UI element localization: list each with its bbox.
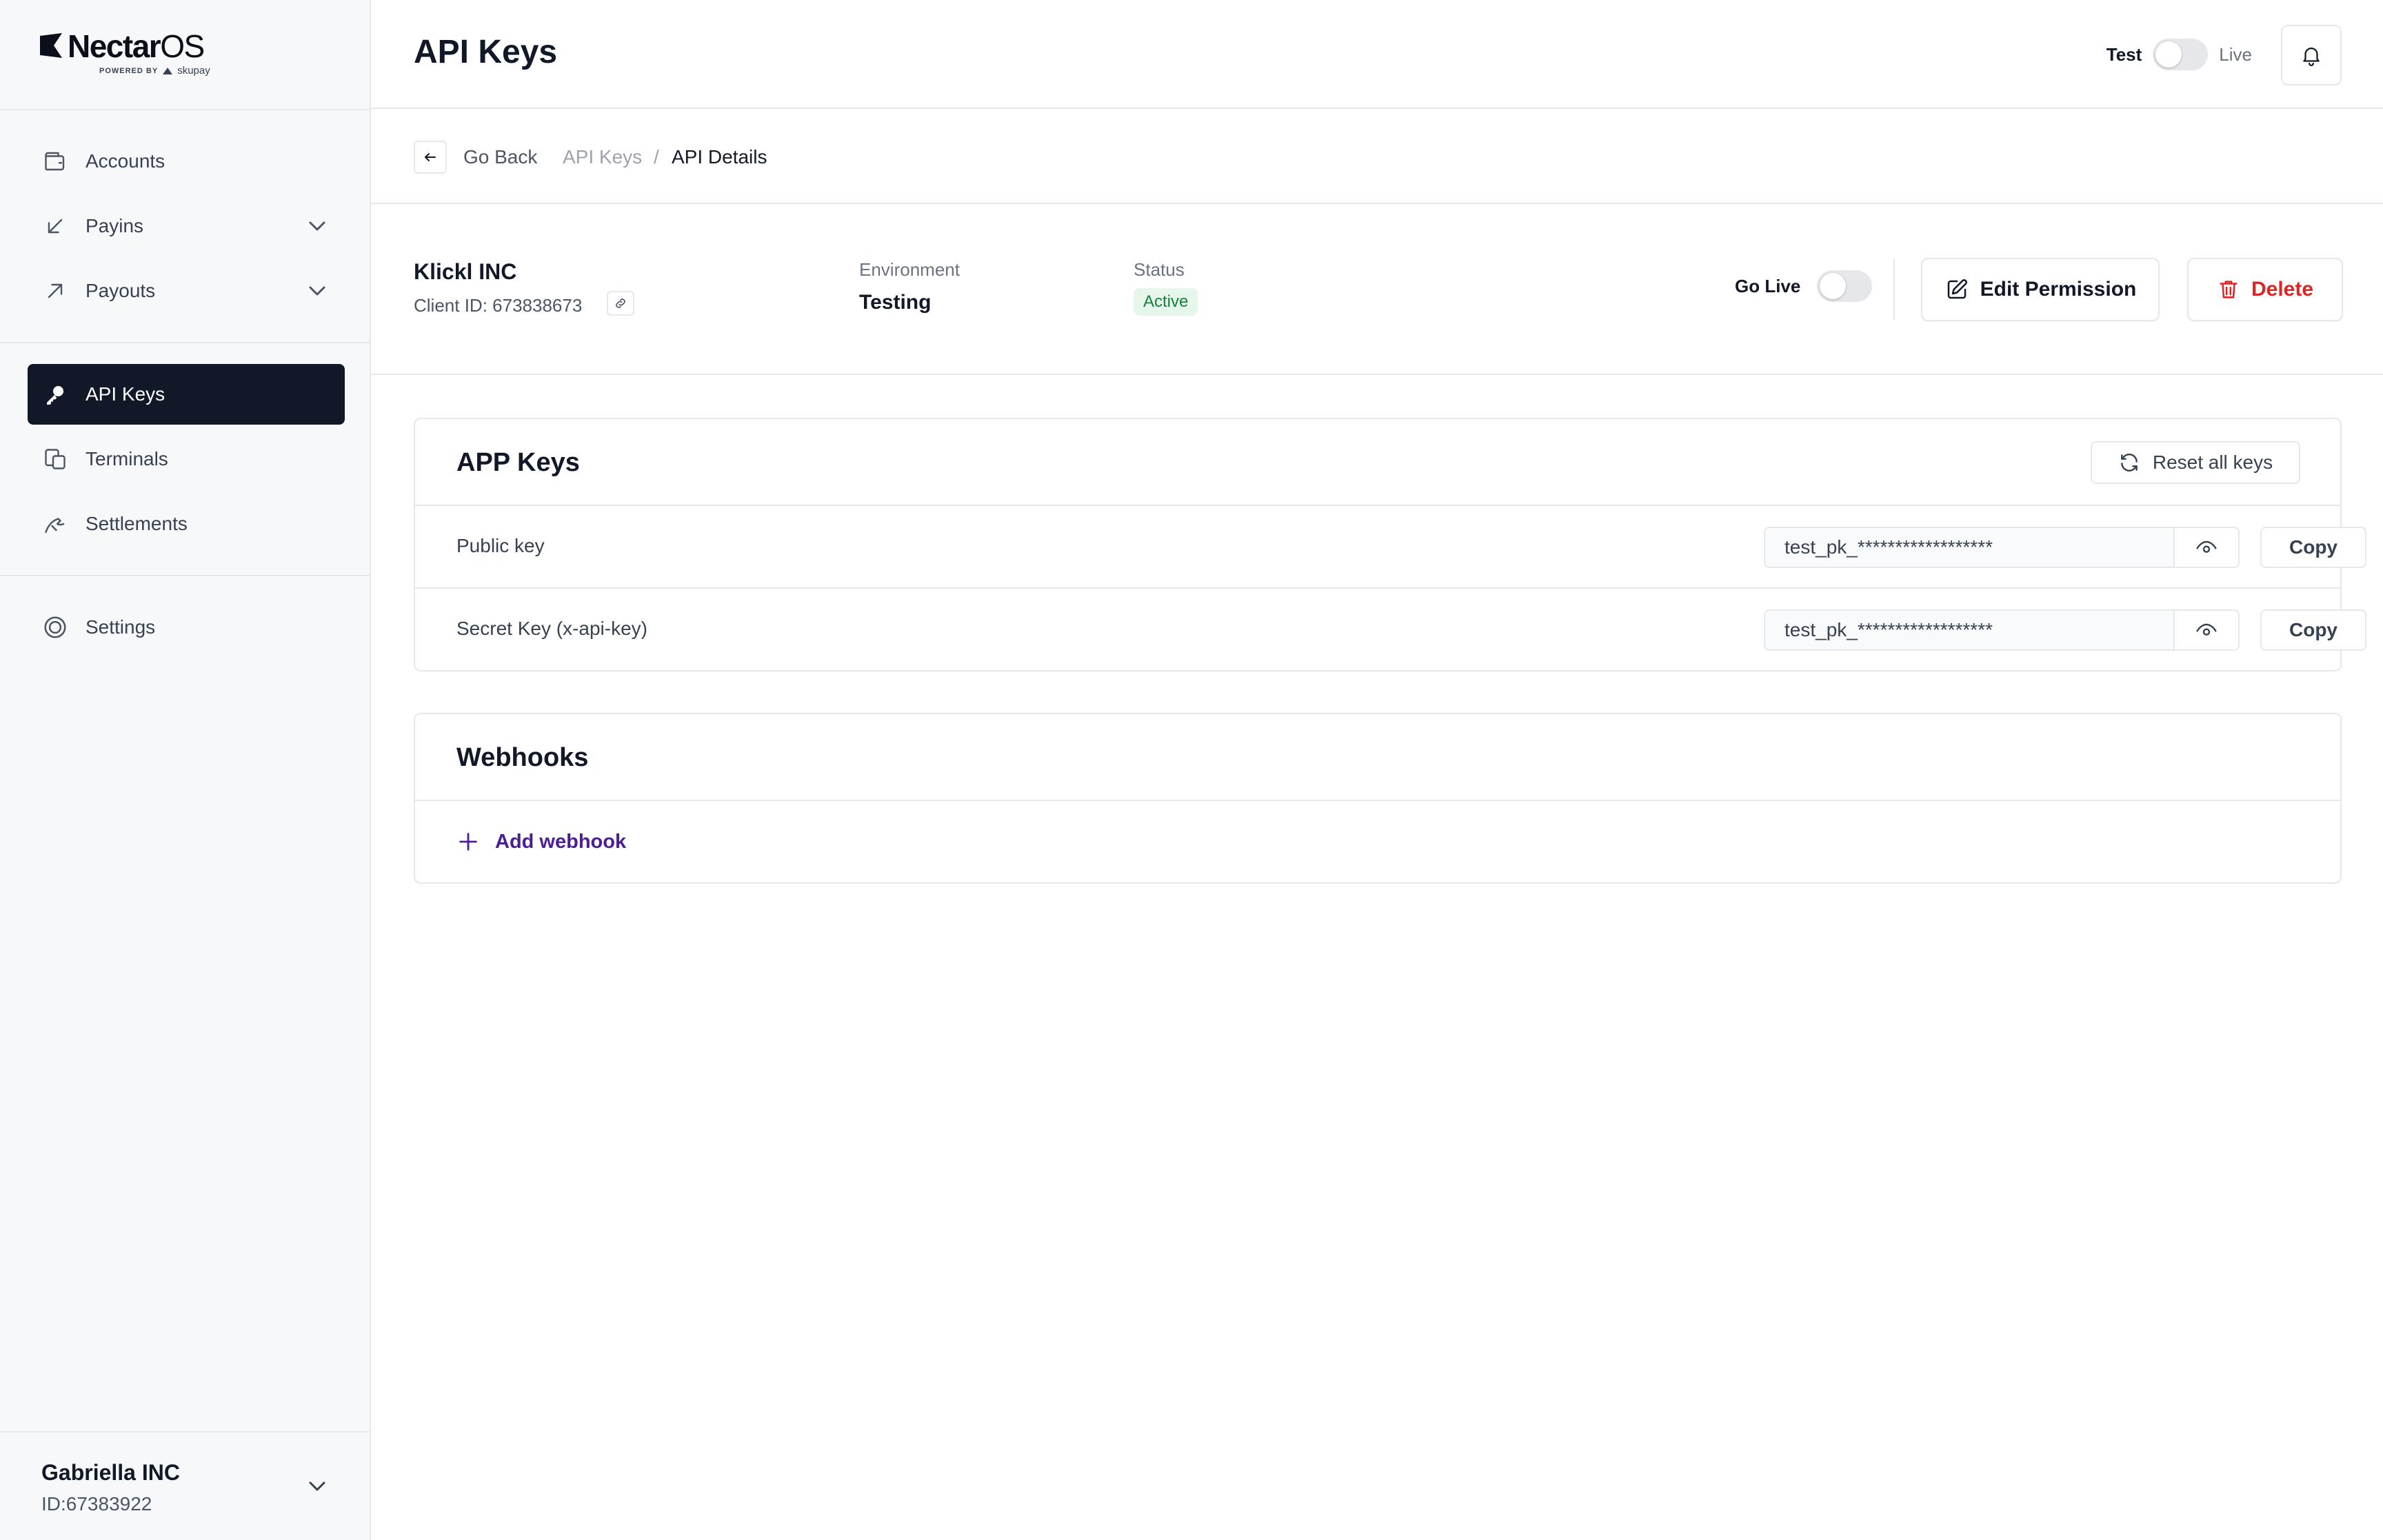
eye-icon — [2196, 623, 2217, 636]
client-id: Client ID: 673838673 — [414, 295, 583, 316]
sidebar-item-label: Payins — [86, 215, 144, 236]
status-label: Status — [1134, 259, 1185, 280]
key-icon — [41, 381, 69, 408]
sidebar-divider — [0, 575, 370, 576]
handshake-icon — [41, 510, 69, 538]
api-client-summary: Klickl INC Client ID: 673838673 Environm… — [371, 204, 2383, 375]
breadcrumb: Go Back API Keys / API Details — [371, 109, 2383, 204]
reveal-secret-key-button[interactable] — [2173, 609, 2240, 651]
sidebar-item-label: Settlements — [86, 513, 188, 534]
reveal-public-key-button[interactable] — [2173, 527, 2240, 568]
wallet-icon — [41, 148, 69, 175]
sidebar-item-payins[interactable]: Payins — [28, 196, 345, 256]
env-test-label: Test — [2106, 43, 2142, 65]
breadcrumb-api-keys[interactable]: API Keys — [563, 146, 642, 168]
go-live-toggle[interactable] — [1817, 270, 1873, 302]
sidebar-divider — [0, 109, 370, 110]
chevron-down-icon[interactable] — [303, 1472, 331, 1500]
sidebar-item-accounts[interactable]: Accounts — [28, 131, 345, 192]
sidebar-item-payouts[interactable]: Payouts — [28, 261, 345, 321]
sidebar-item-settlements[interactable]: Settlements — [28, 494, 345, 554]
copy-client-id-button[interactable] — [607, 291, 634, 316]
add-webhook-label: Add webhook — [495, 830, 627, 853]
environment-switch: Test Live — [2107, 39, 2252, 70]
plus-icon — [459, 833, 477, 851]
copy-public-key-button[interactable]: Copy — [2260, 527, 2366, 568]
vertical-divider — [1893, 259, 1895, 320]
account-name: Gabriella INC — [41, 1460, 180, 1485]
back-button[interactable] — [414, 141, 447, 174]
account-switcher[interactable]: Gabriella INC ID:67383922 — [0, 1431, 370, 1540]
breadcrumb-current: API Details — [672, 146, 767, 168]
app-keys-title: APP Keys — [456, 448, 580, 477]
go-back-link[interactable]: Go Back — [463, 146, 537, 168]
bell-icon — [2303, 48, 2320, 66]
delete-label: Delete — [2251, 278, 2314, 301]
public-key-label: Public key — [456, 535, 545, 556]
app-root: NectarOS POWERED BY skupay Accounts Payi… — [0, 0, 2383, 1540]
skupay-logo-icon — [163, 67, 173, 74]
breadcrumb-separator: / — [654, 146, 659, 168]
sidebar-item-settings[interactable]: Settings — [28, 597, 345, 658]
copy-secret-key-button[interactable]: Copy — [2260, 609, 2366, 651]
nectar-logo-icon — [40, 33, 62, 58]
edit-permission-button[interactable]: Edit Permission — [1921, 258, 2160, 321]
public-key-row: Public key test_pk_****************** Co… — [415, 506, 2366, 587]
client-name: Klickl INC — [414, 259, 517, 284]
toggle-knob — [2155, 41, 2182, 68]
reset-all-keys-button[interactable]: Reset all keys — [2091, 441, 2300, 484]
notifications-button[interactable] — [2281, 25, 2342, 85]
environment-value: Testing — [859, 291, 932, 314]
chevron-down-icon[interactable] — [303, 212, 331, 240]
sidebar-item-api-keys[interactable]: API Keys — [28, 364, 345, 425]
go-live-switch: Go Live — [1735, 270, 1873, 302]
arrow-up-right-icon — [41, 277, 69, 305]
environment-label: Environment — [859, 259, 960, 280]
sidebar: NectarOS POWERED BY skupay Accounts Payi… — [0, 0, 371, 1540]
chevron-down-icon[interactable] — [303, 277, 331, 305]
env-live-label: Live — [2219, 43, 2252, 65]
sidebar-item-label: API Keys — [86, 383, 165, 405]
public-key-field[interactable]: test_pk_****************** — [1764, 527, 2175, 568]
sidebar-item-label: Accounts — [86, 150, 165, 172]
add-webhook-button[interactable]: Add webhook — [456, 830, 626, 853]
webhooks-card: Webhooks Add webhook — [414, 713, 2342, 884]
brand-powered-by: POWERED BY skupay — [99, 65, 210, 77]
page-title: API Keys — [414, 34, 558, 70]
link-icon — [616, 298, 625, 308]
app-keys-card: APP Keys Reset all keys Public key test_… — [414, 418, 2366, 671]
account-id: ID:67383922 — [41, 1493, 152, 1514]
devices-icon — [41, 445, 69, 473]
sidebar-item-label: Settings — [86, 616, 156, 638]
refresh-icon — [2120, 454, 2138, 472]
arrow-left-icon — [425, 153, 436, 161]
delete-button[interactable]: Delete — [2187, 258, 2343, 321]
go-live-label: Go Live — [1735, 275, 1801, 296]
card-divider — [415, 800, 2340, 801]
reset-all-keys-label: Reset all keys — [2152, 452, 2273, 473]
toggle-knob — [1820, 273, 1847, 299]
gear-icon — [41, 614, 69, 641]
brand-name: NectarOS — [68, 28, 205, 64]
trash-icon — [2220, 281, 2238, 298]
sidebar-item-label: Terminals — [86, 448, 168, 469]
top-header: API Keys Test Live — [371, 0, 2383, 109]
secret-key-label: Secret Key (x-api-key) — [456, 618, 647, 639]
sidebar-item-label: Payouts — [86, 280, 156, 301]
webhooks-title: Webhooks — [456, 743, 589, 772]
status-badge: Active — [1134, 288, 1198, 316]
env-toggle[interactable] — [2153, 39, 2209, 70]
sidebar-divider — [0, 342, 370, 343]
eye-icon — [2196, 540, 2217, 553]
secret-key-row: Secret Key (x-api-key) test_pk_*********… — [415, 589, 2366, 670]
arrow-down-left-icon — [41, 212, 69, 240]
edit-icon — [1947, 279, 1967, 299]
sidebar-item-terminals[interactable]: Terminals — [28, 429, 345, 489]
edit-permission-label: Edit Permission — [1980, 278, 2137, 301]
brand-logo[interactable]: NectarOS POWERED BY skupay — [39, 29, 210, 81]
secret-key-field[interactable]: test_pk_****************** — [1764, 609, 2175, 651]
